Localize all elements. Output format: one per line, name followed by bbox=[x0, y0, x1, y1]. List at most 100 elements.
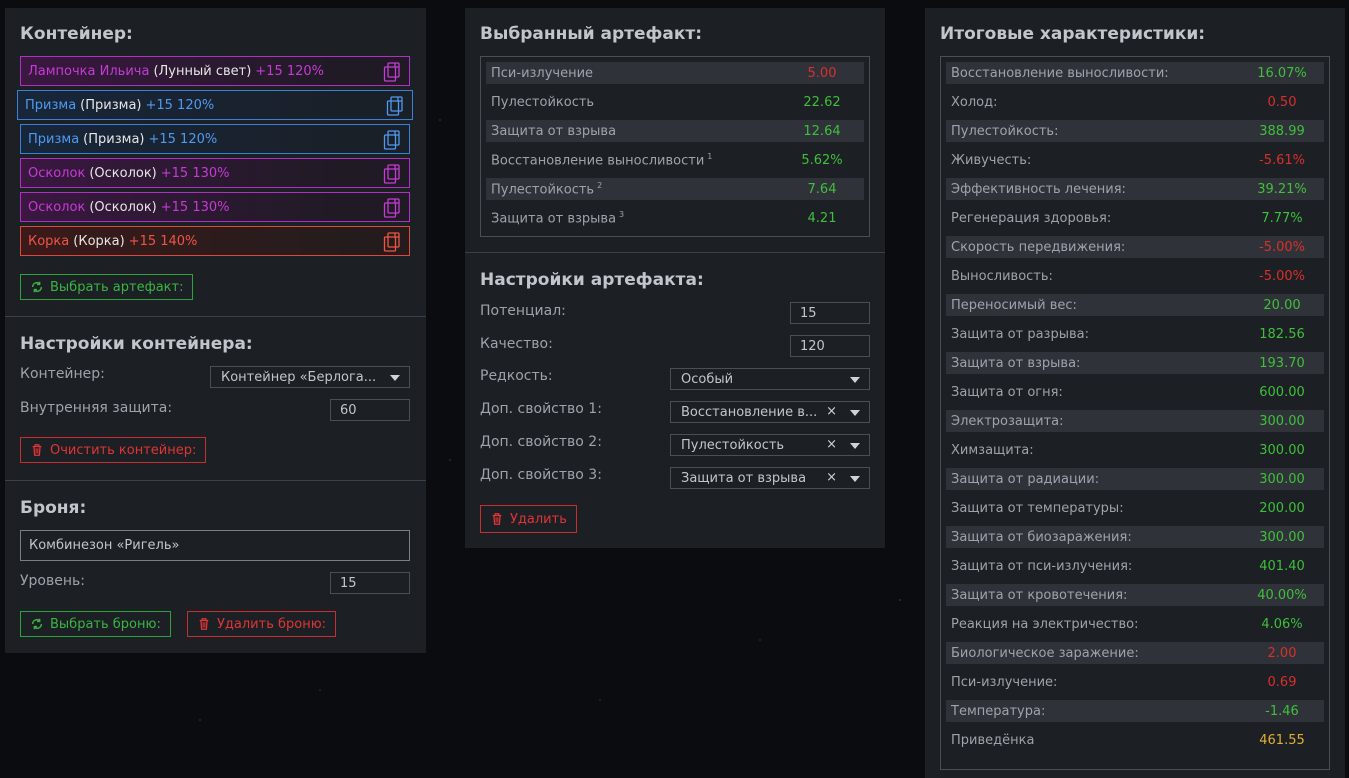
stat-row: Защита от взрыва: 193.70 bbox=[946, 352, 1324, 374]
stat-value: 22.62 bbox=[803, 94, 841, 110]
extra-property-2-value: Пулестойкость bbox=[681, 437, 785, 453]
armor-level-input[interactable]: 15 bbox=[330, 572, 410, 594]
clear-icon[interactable]: × bbox=[826, 437, 837, 452]
stat-key: Биологическое заражение: bbox=[951, 645, 1139, 661]
armor-field[interactable]: Комбинезон «Ригель» bbox=[20, 530, 410, 561]
armor-level-label: Уровень: bbox=[20, 573, 85, 589]
container-slot[interactable]: Призма (Призма) +15 120% bbox=[17, 90, 413, 120]
quality-label: Качество: bbox=[480, 336, 553, 352]
stat-row: Защита от биозаражения: 300.00 bbox=[946, 526, 1324, 548]
copy-icon[interactable] bbox=[383, 198, 401, 218]
artifact-name: Лампочка Ильича bbox=[28, 63, 150, 79]
artifact-stats-table: Пси-излучение 5.00 Пулестойкость 22.62 Защит… bbox=[480, 56, 870, 237]
divider bbox=[5, 316, 426, 317]
container-slot[interactable]: Лампочка Ильича (Лунный свет) +15 120% bbox=[20, 56, 410, 86]
artifact-name: Призма bbox=[28, 131, 80, 147]
stat-value: -5.00% bbox=[1259, 239, 1305, 255]
stat-row: Восстановление выносливости 1 5.62% bbox=[486, 149, 864, 171]
potential-input[interactable]: 15 bbox=[790, 302, 870, 324]
stat-value: 7.64 bbox=[807, 181, 837, 197]
chevron-down-icon bbox=[850, 476, 860, 482]
artifact-bonus: +15 130% bbox=[160, 165, 230, 181]
stat-row: Реакция на электричество: 4.06% bbox=[946, 613, 1324, 635]
container-slot[interactable]: Призма (Призма) +15 120% bbox=[20, 124, 410, 154]
stat-row: Электрозащита: 300.00 bbox=[946, 410, 1324, 432]
copy-icon[interactable] bbox=[383, 232, 401, 252]
stat-key: Выносливость: bbox=[951, 268, 1053, 284]
stat-key: Скорость передвижения: bbox=[951, 239, 1126, 255]
stat-row: Пулестойкость 22.62 bbox=[486, 91, 864, 113]
extra-property-1-select[interactable]: Восстановление в... × bbox=[670, 401, 870, 423]
stat-value: 461.55 bbox=[1259, 732, 1305, 748]
divider bbox=[465, 252, 885, 253]
stat-value: -5.00% bbox=[1259, 268, 1305, 284]
delete-artifact-button[interactable]: Удалить bbox=[480, 505, 577, 533]
clear-icon[interactable]: × bbox=[826, 404, 837, 419]
artifact-type: (Корка) bbox=[73, 233, 125, 249]
stat-row: Пулестойкость: 388.99 bbox=[946, 120, 1324, 142]
chevron-down-icon bbox=[850, 410, 860, 416]
quality-input[interactable]: 120 bbox=[790, 335, 870, 357]
stat-row: Защита от температуры: 200.00 bbox=[946, 497, 1324, 519]
stat-key: Защита от взрыва: bbox=[951, 355, 1081, 371]
container-select[interactable]: Контейнер «Берлога... bbox=[210, 366, 410, 388]
stat-value: 0.69 bbox=[1267, 674, 1297, 690]
stat-value: 20.00 bbox=[1263, 297, 1301, 313]
select-armor-button[interactable]: Выбрать броню: bbox=[20, 611, 171, 637]
stat-key: Защита от взрыва 3 bbox=[491, 210, 624, 226]
stat-key: Приведёнка bbox=[951, 732, 1035, 748]
artifact-bonus: +15 120% bbox=[255, 63, 325, 79]
artifact-bonus: +15 130% bbox=[160, 199, 230, 215]
stat-key-index: 2 bbox=[597, 180, 603, 190]
copy-icon[interactable] bbox=[383, 164, 401, 184]
container-slot[interactable]: Осколок (Осколок) +15 130% bbox=[20, 158, 410, 188]
stat-value: 16.07% bbox=[1257, 65, 1307, 81]
artifact-type: (Призма) bbox=[80, 97, 142, 113]
stat-row: Биологическое заражение: 2.00 bbox=[946, 642, 1324, 664]
stat-value: 388.99 bbox=[1259, 123, 1305, 139]
extra-property-3-select[interactable]: Защита от взрыва × bbox=[670, 467, 870, 489]
artifact-type: (Призма) bbox=[83, 131, 145, 147]
artifact-bonus: +15 120% bbox=[148, 131, 218, 147]
stat-key-index: 3 bbox=[619, 209, 625, 219]
artifact-bonus: +15 140% bbox=[128, 233, 198, 249]
stat-value: 0.50 bbox=[1267, 94, 1297, 110]
potential-label: Потенциал: bbox=[480, 303, 566, 319]
delete-armor-button[interactable]: Удалить броню: bbox=[187, 611, 337, 637]
container-slot[interactable]: Осколок (Осколок) +15 130% bbox=[20, 192, 410, 222]
clear-container-button[interactable]: Очистить контейнер: bbox=[20, 437, 207, 463]
container-slot[interactable]: Корка (Корка) +15 140% bbox=[20, 226, 410, 256]
stat-key: Температура: bbox=[951, 703, 1046, 719]
trash-icon bbox=[199, 618, 209, 630]
stat-key: Эффективность лечения: bbox=[951, 181, 1126, 197]
container-select-value: Контейнер «Берлога... bbox=[221, 369, 377, 385]
armor-title: Броня: bbox=[20, 498, 87, 518]
stat-key: Восстановление выносливости 1 bbox=[491, 152, 712, 168]
trash-icon bbox=[32, 444, 42, 456]
stat-value: 300.00 bbox=[1259, 471, 1305, 487]
select-artifact-button[interactable]: Выбрать артефакт: bbox=[20, 274, 194, 300]
artifact-type: (Лунный свет) bbox=[153, 63, 252, 79]
extra-property-2-select[interactable]: Пулестойкость × bbox=[670, 434, 870, 456]
rarity-select[interactable]: Особый bbox=[670, 368, 870, 390]
rarity-select-value: Особый bbox=[681, 371, 734, 387]
stat-key: Восстановление выносливости: bbox=[951, 65, 1169, 81]
artifact-name: Осколок bbox=[28, 199, 86, 215]
delete-armor-label: Удалить броню: bbox=[217, 616, 327, 632]
copy-icon[interactable] bbox=[386, 96, 404, 116]
select-artifact-label: Выбрать артефакт: bbox=[50, 279, 184, 295]
stat-key-text: Пулестойкость bbox=[491, 182, 595, 198]
stat-row: Химзащита: 300.00 bbox=[946, 439, 1324, 461]
stat-key-text: Защита от взрыва bbox=[491, 123, 617, 139]
inner-protection-input[interactable]: 60 bbox=[330, 399, 410, 421]
extra-property-3-value: Защита от взрыва bbox=[681, 470, 807, 486]
extra-property-1-label: Доп. свойство 1: bbox=[480, 401, 602, 417]
stat-row: Холод: 0.50 bbox=[946, 91, 1324, 113]
stat-row: Регенерация здоровья: 7.77% bbox=[946, 207, 1324, 229]
copy-icon[interactable] bbox=[383, 62, 401, 82]
stat-value: 12.64 bbox=[803, 123, 841, 139]
clear-icon[interactable]: × bbox=[826, 470, 837, 485]
stat-key: Электрозащита: bbox=[951, 413, 1064, 429]
stat-key: Холод: bbox=[951, 94, 998, 110]
copy-icon[interactable] bbox=[383, 130, 401, 150]
